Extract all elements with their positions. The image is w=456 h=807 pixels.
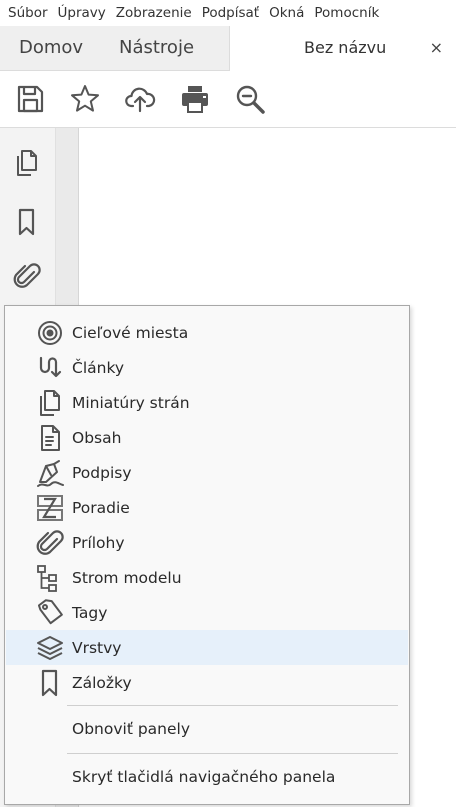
menu-item-layers[interactable]: Vrstvy xyxy=(6,630,408,665)
content-icon xyxy=(35,423,65,453)
reset-panels-item[interactable]: Obnoviť panely xyxy=(72,720,190,738)
menu-item-label: Vrstvy xyxy=(72,638,122,657)
bookmark-icon xyxy=(35,668,65,698)
menu-item-content[interactable]: Obsah xyxy=(6,420,408,455)
menu-item-label: Podpisy xyxy=(72,463,132,482)
document-tab-title: Bez názvu xyxy=(304,38,387,57)
menu-item-label: Miniatúry strán xyxy=(72,393,190,412)
menu-separator xyxy=(67,705,398,706)
star-icon[interactable] xyxy=(69,83,101,115)
signature-pen-icon xyxy=(35,458,65,488)
menu-item-page-thumbnails[interactable]: Miniatúry strán xyxy=(6,385,408,420)
attachment-icon xyxy=(35,528,65,558)
hide-nav-buttons-item[interactable]: Skryť tlačidlá navigačného panela xyxy=(72,768,335,786)
menu-item-label: Cieľové miesta xyxy=(72,323,189,342)
tag-icon xyxy=(35,598,65,628)
menu-bar: Súbor Úpravy Zobrazenie Podpísať Okná Po… xyxy=(0,0,456,26)
menu-item-label: Články xyxy=(72,358,125,377)
target-icon xyxy=(35,318,65,348)
menu-view[interactable]: Zobrazenie xyxy=(116,5,192,21)
cloud-upload-icon[interactable] xyxy=(124,83,156,115)
menu-item-order[interactable]: Poradie xyxy=(6,490,408,525)
menu-item-articles[interactable]: Články xyxy=(6,350,408,385)
menu-item-label: Strom modelu xyxy=(72,568,182,587)
menu-item-model-tree[interactable]: Strom modelu xyxy=(6,560,408,595)
menu-item-label: Záložky xyxy=(72,673,132,692)
model-tree-icon xyxy=(35,563,65,593)
menu-item-tags[interactable]: Tagy xyxy=(6,595,408,630)
menu-help[interactable]: Pomocník xyxy=(314,5,379,21)
page-thumbnails-icon xyxy=(35,388,65,418)
menu-sign[interactable]: Podpísať xyxy=(202,5,259,21)
order-icon xyxy=(35,493,65,523)
zoom-icon[interactable] xyxy=(234,83,266,115)
menu-item-bookmarks[interactable]: Záložky xyxy=(6,665,408,700)
save-icon[interactable] xyxy=(14,83,46,115)
menu-item-label: Poradie xyxy=(72,498,130,517)
menu-separator xyxy=(67,753,398,754)
menu-item-signatures[interactable]: Podpisy xyxy=(6,455,408,490)
menu-file[interactable]: Súbor xyxy=(8,5,48,21)
layers-icon xyxy=(35,633,65,663)
menu-item-destinations[interactable]: Cieľové miesta xyxy=(6,315,408,350)
panels-context-menu: Cieľové miesta Články Miniatúry strán Ob… xyxy=(4,305,410,805)
tab-bar: Domov Nástroje Bez názvu × xyxy=(0,26,456,71)
page-thumbnails-icon[interactable] xyxy=(12,148,42,178)
close-icon[interactable]: × xyxy=(430,26,443,70)
menu-edit[interactable]: Úpravy xyxy=(58,5,106,21)
attachment-icon[interactable] xyxy=(12,261,42,291)
tab-home[interactable]: Domov xyxy=(19,26,83,70)
menu-item-label: Obsah xyxy=(72,428,122,447)
menu-window[interactable]: Okná xyxy=(269,5,304,21)
tab-document[interactable]: Bez názvu × xyxy=(229,26,456,71)
print-icon[interactable] xyxy=(179,83,211,115)
toolbar xyxy=(0,71,456,128)
articles-icon xyxy=(35,353,65,383)
menu-item-attachments[interactable]: Prílohy xyxy=(6,525,408,560)
tab-tools[interactable]: Nástroje xyxy=(119,26,194,70)
bookmark-icon[interactable] xyxy=(12,207,42,237)
menu-item-label: Tagy xyxy=(72,603,108,622)
menu-item-label: Prílohy xyxy=(72,533,125,552)
